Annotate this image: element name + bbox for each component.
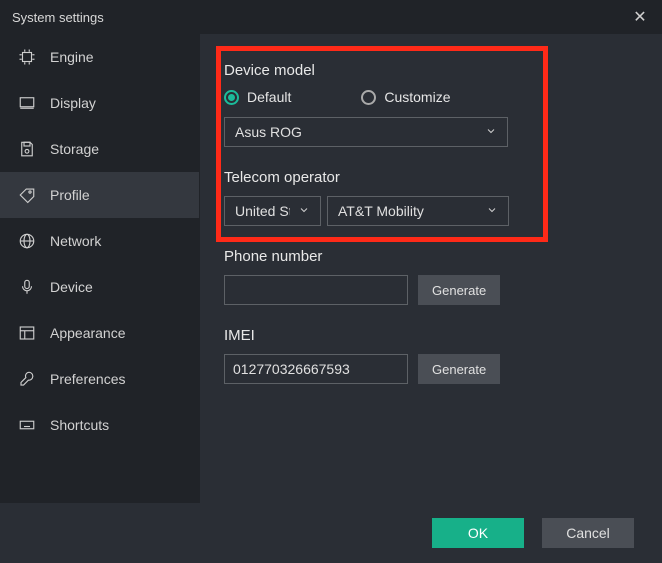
- sidebar-item-shortcuts[interactable]: Shortcuts: [0, 402, 199, 448]
- imei-input[interactable]: [224, 354, 408, 384]
- sidebar-item-label: Network: [50, 233, 101, 249]
- device-model-title: Device model: [224, 62, 638, 79]
- phone-title: Phone number: [224, 248, 638, 265]
- phone-generate-button[interactable]: Generate: [418, 275, 500, 305]
- radio-dot-icon: [224, 90, 239, 105]
- imei-title: IMEI: [224, 327, 638, 344]
- telecom-title: Telecom operator: [224, 169, 638, 186]
- chevron-down-icon: [298, 203, 310, 219]
- body: Engine Display Storage Profile Network: [0, 34, 662, 503]
- cancel-button[interactable]: Cancel: [542, 518, 634, 548]
- mic-icon: [18, 278, 36, 296]
- save-icon: [18, 140, 36, 158]
- chevron-down-icon: [485, 124, 497, 140]
- telecom-section: Telecom operator United States AT&T Mobi…: [224, 169, 638, 226]
- imei-generate-button[interactable]: Generate: [418, 354, 500, 384]
- sidebar-item-label: Appearance: [50, 325, 126, 341]
- radio-dot-icon: [361, 90, 376, 105]
- radio-customize[interactable]: Customize: [361, 89, 450, 105]
- layout-icon: [18, 324, 36, 342]
- sidebar-item-label: Shortcuts: [50, 417, 109, 433]
- chevron-down-icon: [486, 203, 498, 219]
- device-model-radio-row: Default Customize: [224, 89, 638, 105]
- sidebar-item-engine[interactable]: Engine: [0, 34, 199, 80]
- select-value: United States: [235, 203, 290, 219]
- imei-section: IMEI Generate: [224, 327, 638, 384]
- sidebar-item-display[interactable]: Display: [0, 80, 199, 126]
- radio-default[interactable]: Default: [224, 89, 291, 105]
- sidebar-item-device[interactable]: Device: [0, 264, 199, 310]
- radio-label: Default: [247, 89, 291, 105]
- window-title: System settings: [12, 10, 104, 25]
- sidebar-item-label: Profile: [50, 187, 90, 203]
- radio-label: Customize: [384, 89, 450, 105]
- sidebar-item-label: Storage: [50, 141, 99, 157]
- sidebar-item-label: Device: [50, 279, 93, 295]
- sidebar: Engine Display Storage Profile Network: [0, 34, 200, 503]
- device-model-section: Device model Default Customize Asus ROG: [224, 62, 638, 147]
- wrench-icon: [18, 370, 36, 388]
- titlebar: System settings ✕: [0, 0, 662, 34]
- chip-icon: [18, 48, 36, 66]
- sidebar-item-label: Engine: [50, 49, 94, 65]
- select-value: Asus ROG: [235, 124, 302, 140]
- sidebar-item-network[interactable]: Network: [0, 218, 199, 264]
- content-panel: Device model Default Customize Asus ROG …: [200, 34, 662, 503]
- select-value: AT&T Mobility: [338, 203, 424, 219]
- sidebar-item-profile[interactable]: Profile: [0, 172, 199, 218]
- phone-section: Phone number Generate: [224, 248, 638, 305]
- phone-input[interactable]: [224, 275, 408, 305]
- keyboard-icon: [18, 416, 36, 434]
- monitor-icon: [18, 94, 36, 112]
- close-button[interactable]: ✕: [630, 7, 650, 27]
- sidebar-item-preferences[interactable]: Preferences: [0, 356, 199, 402]
- device-model-select[interactable]: Asus ROG: [224, 117, 508, 147]
- sidebar-item-label: Display: [50, 95, 96, 111]
- tag-icon: [18, 186, 36, 204]
- footer: OK Cancel: [0, 503, 662, 563]
- sidebar-item-label: Preferences: [50, 371, 125, 387]
- sidebar-item-storage[interactable]: Storage: [0, 126, 199, 172]
- sidebar-item-appearance[interactable]: Appearance: [0, 310, 199, 356]
- ok-button[interactable]: OK: [432, 518, 524, 548]
- globe-icon: [18, 232, 36, 250]
- telecom-operator-select[interactable]: AT&T Mobility: [327, 196, 509, 226]
- telecom-country-select[interactable]: United States: [224, 196, 321, 226]
